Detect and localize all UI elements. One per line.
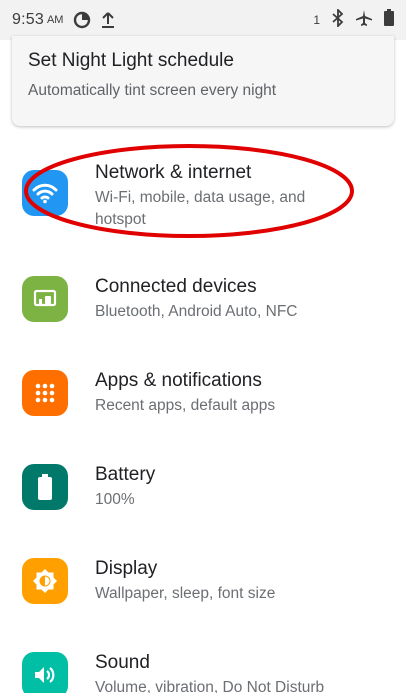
settings-item-subtitle: Recent apps, default apps bbox=[95, 397, 276, 414]
night-light-subtitle: Automatically tint screen every night bbox=[28, 82, 277, 99]
settings-item-sound[interactable]: Sound Volume, vibration, Do Not Disturb bbox=[0, 650, 406, 693]
highlight-ellipse bbox=[24, 144, 354, 238]
settings-item-title: Sound bbox=[95, 652, 150, 673]
apps-icon bbox=[22, 370, 68, 416]
airplane-mode-icon bbox=[356, 9, 372, 31]
brightness-icon bbox=[22, 558, 68, 604]
settings-item-title: Battery bbox=[95, 464, 156, 485]
settings-item-display[interactable]: Display Wallpaper, sleep, font size bbox=[0, 556, 406, 616]
settings-item-subtitle: 100% bbox=[95, 491, 135, 508]
status-ampm: AM bbox=[46, 14, 64, 26]
night-light-title: Set Night Light schedule bbox=[28, 50, 234, 71]
battery-icon bbox=[22, 464, 68, 510]
notification-count: 1 bbox=[313, 13, 320, 27]
settings-item-battery[interactable]: Battery 100% bbox=[0, 462, 406, 522]
settings-item-apps[interactable]: Apps & notifications Recent apps, defaul… bbox=[0, 368, 406, 428]
data-saver-icon bbox=[73, 11, 91, 29]
status-bar: 9:53 AM 1 bbox=[0, 0, 406, 40]
night-light-suggestion-card[interactable]: Set Night Light schedule Automatically t… bbox=[12, 36, 394, 126]
settings-item-subtitle: Volume, vibration, Do Not Disturb bbox=[95, 679, 325, 693]
devices-icon bbox=[22, 276, 68, 322]
volume-icon bbox=[22, 652, 68, 693]
settings-item-title: Apps & notifications bbox=[95, 370, 262, 391]
settings-item-title: Display bbox=[95, 558, 158, 579]
settings-item-connected-devices[interactable]: Connected devices Bluetooth, Android Aut… bbox=[0, 274, 406, 334]
bluetooth-icon bbox=[332, 7, 344, 32]
settings-item-subtitle: Bluetooth, Android Auto, NFC bbox=[95, 303, 298, 320]
battery-status-icon bbox=[384, 9, 394, 31]
settings-item-title: Connected devices bbox=[95, 276, 257, 297]
upload-icon bbox=[101, 11, 115, 29]
status-time: 9:53 bbox=[12, 11, 44, 28]
settings-item-subtitle: Wallpaper, sleep, font size bbox=[95, 585, 276, 602]
